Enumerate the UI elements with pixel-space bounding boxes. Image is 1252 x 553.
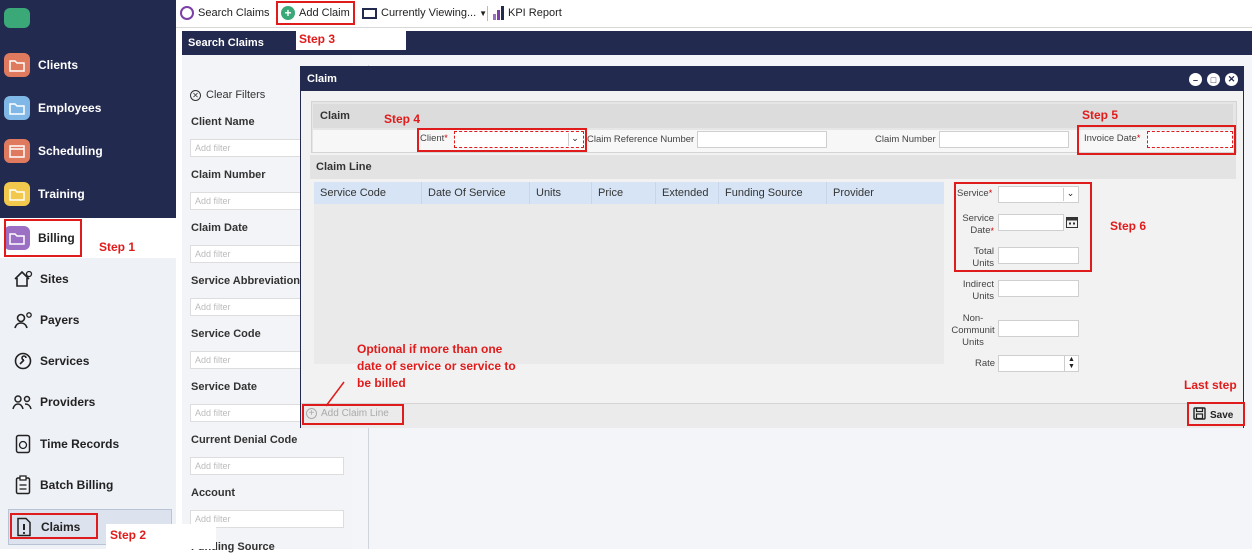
- search-claims-button[interactable]: Search Claims: [180, 3, 270, 23]
- sidebar-item-label: Payers: [40, 313, 80, 327]
- filter-label: Account: [191, 487, 235, 499]
- sidebar-item-sites[interactable]: Sites: [0, 261, 176, 297]
- dialog-title: Claim: [307, 73, 337, 85]
- people-icon: [12, 391, 34, 413]
- annotation-step6: Step 6: [1110, 219, 1147, 233]
- annotation-box-save: [1187, 402, 1245, 426]
- wrench-icon: [12, 350, 34, 372]
- annotation-step1: Step 1: [99, 240, 136, 254]
- annotation-box-add-claim-line: [302, 404, 404, 425]
- currently-viewing-label: Currently Viewing...: [381, 7, 477, 19]
- filter-label: Client Name: [191, 116, 255, 128]
- sidebar-item-employees[interactable]: Employees: [0, 88, 176, 128]
- filter-label: Service Date: [191, 381, 258, 393]
- claim-reference-number-input[interactable]: [697, 131, 827, 148]
- section-title: Claim: [320, 110, 350, 122]
- close-icon[interactable]: ✕: [1225, 73, 1238, 86]
- timesheets-icon: [4, 8, 30, 28]
- annotation-box-claims: [10, 513, 98, 539]
- panel-title: Search Claims: [188, 37, 264, 49]
- claim-number-input[interactable]: [939, 131, 1069, 148]
- kpi-report-label: KPI Report: [508, 7, 562, 19]
- annotation-box-billing: [4, 219, 82, 257]
- sidebar-item-training[interactable]: Training: [0, 174, 176, 214]
- column-header[interactable]: Provider: [827, 182, 935, 204]
- claim-number-label: Claim Number: [875, 134, 936, 145]
- column-header[interactable]: Units: [530, 182, 592, 204]
- calendar-icon: [4, 139, 30, 163]
- section-title: Claim Line: [316, 161, 372, 173]
- annotation-step5: Step 5: [1082, 108, 1119, 122]
- sidebar-item-scheduling[interactable]: Scheduling: [0, 131, 176, 171]
- indirect-units-input[interactable]: [998, 280, 1079, 297]
- spinner-icon: ▲ ▼: [1064, 356, 1078, 371]
- column-header[interactable]: Service Code: [314, 182, 422, 204]
- sidebar-item-label: Clients: [38, 58, 79, 72]
- column-header[interactable]: Funding Source: [719, 182, 827, 204]
- close-circle-icon: ✕: [190, 89, 201, 101]
- kpi-report-button[interactable]: KPI Report: [493, 3, 562, 23]
- sidebar-item-label: Batch Billing: [40, 478, 114, 492]
- sidebar-item-label: Scheduling: [38, 144, 103, 158]
- folder-icon: [4, 53, 30, 77]
- filter-label: Claim Number: [191, 169, 266, 181]
- monitor-icon: [362, 7, 377, 19]
- rate-input[interactable]: ▲ ▼: [998, 355, 1079, 372]
- column-header[interactable]: Price: [592, 182, 656, 204]
- currently-viewing-dropdown[interactable]: Currently Viewing... ▼: [362, 3, 487, 23]
- annotation-step3: Step 3: [299, 32, 336, 46]
- clipboard-icon: [12, 474, 34, 496]
- filter-label: Claim Date: [191, 222, 248, 234]
- sidebar-item-label: Sites: [40, 272, 69, 286]
- sidebar-item-label: Time Records: [40, 437, 120, 451]
- toolbar-divider: [487, 6, 488, 21]
- clear-filters-button[interactable]: ✕ Clear Filters: [190, 89, 265, 101]
- annotation-box-client: [417, 128, 587, 152]
- annotation-optional-note: Optional if more than one date of servic…: [357, 342, 516, 390]
- column-header[interactable]: Date Of Service: [422, 182, 530, 204]
- maximize-icon[interactable]: □: [1207, 73, 1220, 86]
- claim-line-grid: [314, 182, 944, 364]
- filter-label: Service Code: [191, 328, 261, 340]
- filter-label: Service Abbreviation: [191, 275, 301, 287]
- folder-icon: [4, 182, 30, 206]
- current-denial-code-filter[interactable]: Add filter: [190, 457, 344, 475]
- annotation-last-step: Last step: [1184, 378, 1237, 392]
- annotation-step4: Step 4: [384, 112, 421, 126]
- person-gear-icon: [12, 309, 34, 331]
- chevron-down-icon: ▼: [479, 8, 488, 18]
- dialog-titlebar: Claim – □ ✕: [301, 67, 1243, 91]
- search-claims-label: Search Claims: [198, 7, 270, 19]
- sidebar-item-label: Employees: [38, 101, 102, 115]
- bar-chart-icon: [493, 6, 504, 20]
- sidebar-item-label: Training: [38, 187, 85, 201]
- indirect-units-label: Indirect Units: [962, 279, 994, 302]
- sidebar-item-services[interactable]: Services: [0, 343, 176, 379]
- claim-ref-label: Claim Reference Number: [587, 134, 695, 145]
- non-community-units-input[interactable]: [998, 320, 1079, 337]
- sidebar-item-providers[interactable]: Providers: [0, 384, 176, 420]
- folder-icon: [4, 96, 30, 120]
- sidebar-item-payers[interactable]: Payers: [0, 302, 176, 338]
- sidebar-item-label: Services: [40, 354, 90, 368]
- sidebar-item-label: Providers: [40, 395, 96, 409]
- annotation-box-invoice-date: [1077, 125, 1236, 155]
- sidebar-item-time-records[interactable]: Time Records: [0, 426, 176, 462]
- clear-filters-label: Clear Filters: [206, 89, 266, 101]
- dialog-footer: [301, 403, 1243, 428]
- column-header[interactable]: Extended: [656, 182, 719, 204]
- filter-label: Current Denial Code: [191, 434, 298, 446]
- claim-line-section-header: Claim Line: [310, 155, 1236, 179]
- clock-doc-icon: [12, 433, 34, 455]
- house-gear-icon: [12, 268, 34, 290]
- minimize-icon[interactable]: –: [1189, 73, 1202, 86]
- search-icon: [180, 6, 194, 20]
- annotation-box-service-fields: [954, 182, 1092, 272]
- annotation-step2: Step 2: [110, 528, 147, 542]
- rate-label: Rate: [975, 358, 996, 369]
- sidebar-item-clients[interactable]: Clients: [0, 45, 176, 85]
- non-community-units-label: Non-Communit Units: [951, 313, 995, 348]
- annotation-box-add-claim: [276, 1, 355, 25]
- sidebar-item-batch-billing[interactable]: Batch Billing: [0, 467, 176, 503]
